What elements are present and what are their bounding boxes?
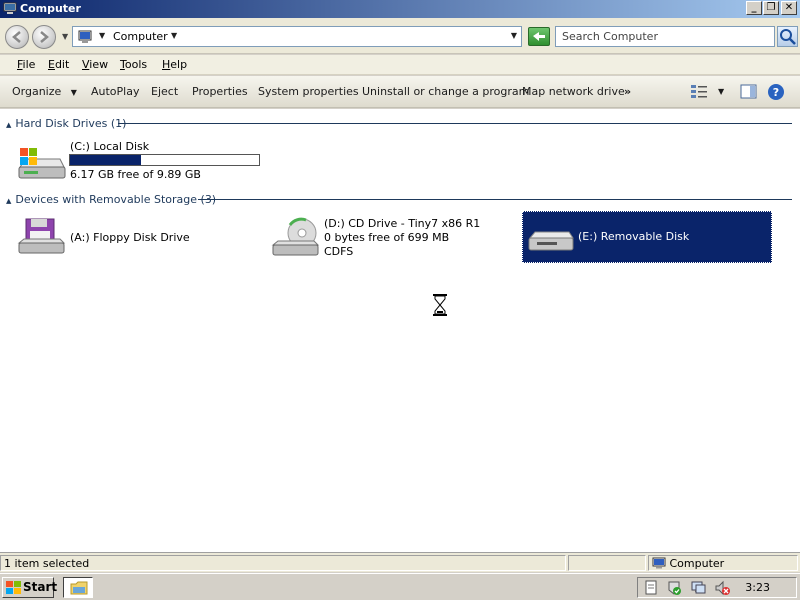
folder-icon <box>70 581 88 595</box>
hourglass-cursor-icon <box>433 294 447 316</box>
computer-icon <box>3 2 17 14</box>
menu-help[interactable]: Help <box>162 58 187 71</box>
address-history-dropdown-icon[interactable]: ▼ <box>511 31 517 40</box>
drive-label-c: (C:) Local Disk <box>70 140 150 153</box>
group-divider <box>198 199 792 200</box>
local-disk-icon <box>18 148 66 179</box>
autoplay-button[interactable]: AutoPlay <box>91 85 139 98</box>
clock[interactable]: 3:23 <box>745 581 770 594</box>
search-input[interactable]: Search Computer <box>555 26 775 47</box>
menu-view[interactable]: View <box>82 58 108 71</box>
breadcrumb-chevron-icon[interactable]: ▼ <box>171 31 177 40</box>
network-icon[interactable] <box>690 580 706 596</box>
map-network-drive-button[interactable]: Map network drive <box>522 85 625 98</box>
title-bar: Computer _ ❐ ✕ <box>0 0 800 18</box>
eject-button[interactable]: Eject <box>151 85 178 98</box>
group-header-hard-disks[interactable]: ▲ Hard Disk Drives (1) <box>6 117 126 130</box>
computer-icon <box>78 30 92 43</box>
drive-free-space-d: 0 bytes free of 699 MB <box>324 231 450 244</box>
group-divider <box>118 123 792 124</box>
cd-drive-icon <box>271 217 320 256</box>
action-center-icon[interactable] <box>666 580 682 596</box>
status-empty-cell <box>568 555 646 571</box>
more-commands-button[interactable]: » <box>624 85 631 98</box>
window-title: Computer <box>20 2 81 15</box>
forward-arrow-icon <box>40 31 49 43</box>
group-header-label: Devices with Removable Storage (3) <box>15 193 217 206</box>
capacity-bar-c <box>69 154 260 166</box>
organize-button[interactable]: Organize ▼ <box>12 85 77 98</box>
properties-button[interactable]: Properties <box>192 85 248 98</box>
search-icon <box>780 29 796 45</box>
start-label: Start <box>23 580 58 594</box>
system-tray: 3:23 <box>637 577 797 598</box>
removable-disk-icon <box>528 231 574 251</box>
svg-text:?: ? <box>773 86 779 99</box>
drive-label-a: (A:) Floppy Disk Drive <box>70 231 190 244</box>
uninstall-program-button[interactable]: Uninstall or change a program <box>362 85 529 98</box>
start-button[interactable]: Start <box>2 577 58 598</box>
drive-free-space-c: 6.17 GB free of 9.89 GB <box>70 168 201 181</box>
system-properties-button[interactable]: System properties <box>258 85 359 98</box>
computer-icon <box>652 557 666 569</box>
forward-button[interactable] <box>32 25 56 49</box>
breadcrumb-chevron-icon[interactable]: ▼ <box>99 31 105 40</box>
recent-pages-dropdown-icon[interactable]: ▼ <box>62 32 68 41</box>
drive-item-e[interactable]: (E:) Removable Disk <box>522 211 772 263</box>
minimize-button[interactable]: _ <box>746 1 762 15</box>
group-header-removable[interactable]: ▲ Devices with Removable Storage (3) <box>6 193 216 206</box>
restore-button[interactable]: ❐ <box>763 1 779 15</box>
status-location: Computer <box>669 557 725 570</box>
close-button[interactable]: ✕ <box>781 1 797 15</box>
group-header-label: Hard Disk Drives (1) <box>15 117 127 130</box>
views-dropdown-icon[interactable]: ▼ <box>718 87 724 96</box>
preview-pane-icon[interactable] <box>740 83 758 101</box>
breadcrumb-computer[interactable]: Computer <box>113 30 168 43</box>
volume-muted-icon[interactable] <box>714 580 730 596</box>
drive-filesystem-d: CDFS <box>324 245 354 258</box>
menu-file[interactable]: File <box>17 58 35 71</box>
back-arrow-icon <box>12 31 21 43</box>
chevron-down-icon: ▼ <box>70 88 77 97</box>
menu-bar: File Edit View Tools Help <box>0 55 800 75</box>
menu-edit[interactable]: Edit <box>48 58 69 71</box>
command-bar: Organize ▼ AutoPlay Eject Properties Sys… <box>0 76 800 108</box>
drive-label-d: (D:) CD Drive - Tiny7 x86 R1 <box>324 217 481 230</box>
status-selection: 1 item selected <box>0 555 566 571</box>
notification-icon[interactable] <box>644 580 658 595</box>
search-button[interactable] <box>777 26 798 47</box>
navigation-bar: ▼ ▼ Computer ▼ ▼ Search Computer <box>0 18 800 54</box>
file-view[interactable]: ▲ Hard Disk Drives (1) (C:) Local Disk 6.… <box>0 109 800 552</box>
explorer-taskbar-button[interactable] <box>63 577 93 598</box>
menu-tools[interactable]: Tools <box>120 58 147 71</box>
status-bar: 1 item selected Computer <box>0 552 800 572</box>
collapse-triangle-icon[interactable]: ▲ <box>6 121 11 129</box>
back-button[interactable] <box>5 25 29 49</box>
views-icon[interactable] <box>690 83 708 101</box>
capacity-bar-fill <box>70 155 142 165</box>
status-location-cell: Computer <box>648 555 798 571</box>
address-bar[interactable]: ▼ Computer ▼ ▼ <box>72 26 522 47</box>
drive-label-e: (E:) Removable Disk <box>578 230 690 243</box>
floppy-drive-icon <box>17 218 66 254</box>
organize-label: Organize <box>12 85 62 98</box>
help-icon[interactable]: ? <box>767 83 785 101</box>
refresh-button[interactable] <box>528 27 550 46</box>
collapse-triangle-icon[interactable]: ▲ <box>6 197 11 205</box>
windows-logo-icon <box>6 581 21 594</box>
taskbar: Start 3:23 <box>0 573 800 600</box>
refresh-icon <box>533 32 545 41</box>
